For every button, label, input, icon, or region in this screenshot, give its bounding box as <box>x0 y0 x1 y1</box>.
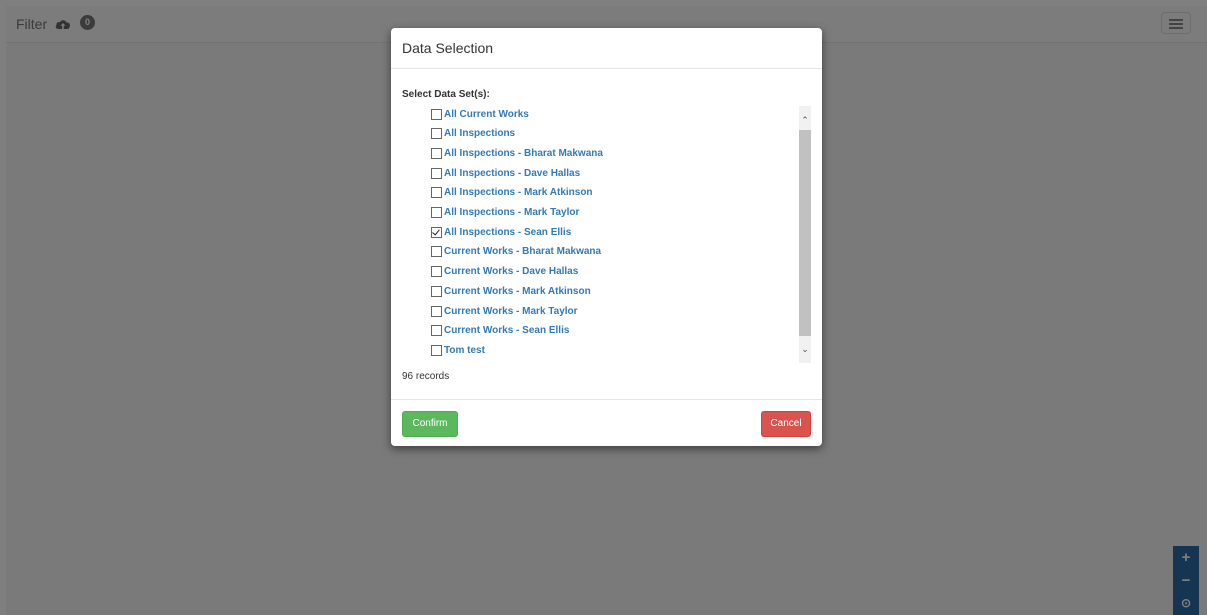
dataset-item-label[interactable]: All Inspections - Mark Taylor <box>444 207 579 218</box>
modal-footer: Confirm Cancel <box>391 399 822 446</box>
dataset-item-label[interactable]: All Inspections - Bharat Makwana <box>444 148 603 159</box>
dataset-item-label[interactable]: Current Works - Dave Hallas <box>444 266 578 277</box>
dataset-item[interactable]: All Inspections - Mark Atkinson <box>431 185 593 201</box>
dataset-item-label[interactable]: All Inspections - Mark Atkinson <box>444 187 593 198</box>
dataset-item-label[interactable]: Current Works - Mark Taylor <box>444 306 578 317</box>
dataset-checkbox[interactable] <box>431 128 442 140</box>
modal-header: Data Selection <box>391 28 822 69</box>
dataset-item[interactable]: Current Works - Dave Hallas <box>431 264 578 280</box>
dataset-item-label[interactable]: Current Works - Bharat Makwana <box>444 246 601 257</box>
dataset-item-label[interactable]: All Current Works <box>444 109 529 120</box>
dataset-item[interactable]: All Inspections - Mark Taylor <box>431 205 579 221</box>
modal-title: Data Selection <box>402 40 494 56</box>
dataset-checkbox[interactable] <box>431 167 442 179</box>
scroll-down-icon[interactable]: ⌄ <box>799 341 811 357</box>
dataset-item[interactable]: Current Works - Mark Taylor <box>431 303 578 319</box>
dataset-item[interactable]: Current Works - Bharat Makwana <box>431 244 601 260</box>
dataset-item-label[interactable]: Current Works - Sean Ellis <box>444 325 569 336</box>
list-scrollbar[interactable]: ⌃ ⌄ <box>799 106 811 363</box>
dataset-checkbox[interactable] <box>431 147 442 159</box>
dataset-checkbox[interactable] <box>431 187 442 199</box>
dataset-checkbox[interactable] <box>431 305 442 317</box>
dataset-checkbox[interactable] <box>431 325 442 337</box>
dataset-item[interactable]: All Inspections <box>431 126 515 142</box>
dataset-item[interactable]: All Inspections - Bharat Makwana <box>431 145 603 161</box>
dataset-checkbox[interactable] <box>431 285 442 297</box>
dataset-checkbox[interactable] <box>431 226 442 238</box>
dataset-item-label[interactable]: All Inspections - Sean Ellis <box>444 227 571 238</box>
dataset-item[interactable]: Current Works - Sean Ellis <box>431 323 569 339</box>
dataset-checkbox[interactable] <box>431 266 442 278</box>
dataset-item[interactable]: Current Works - Mark Atkinson <box>431 283 591 299</box>
data-selection-modal: Data Selection Select Data Set(s): All C… <box>391 28 822 446</box>
scroll-up-icon[interactable]: ⌃ <box>799 112 811 128</box>
dataset-item-label[interactable]: Current Works - Mark Atkinson <box>444 286 591 297</box>
dataset-checkbox[interactable] <box>431 344 442 356</box>
dataset-checkbox[interactable] <box>431 108 442 120</box>
dataset-item-label[interactable]: Tom test <box>444 345 485 356</box>
select-datasets-label: Select Data Set(s): <box>402 89 490 100</box>
scroll-thumb[interactable] <box>799 130 811 336</box>
dataset-item-label[interactable]: All Inspections <box>444 128 515 139</box>
dataset-item[interactable]: Tom test <box>431 342 485 358</box>
dataset-item[interactable]: All Inspections - Dave Hallas <box>431 165 580 181</box>
dataset-item[interactable]: All Current Works <box>431 106 529 122</box>
dataset-item-label[interactable]: All Inspections - Dave Hallas <box>444 168 580 179</box>
cancel-button[interactable]: Cancel <box>761 411 811 437</box>
dataset-checkbox[interactable] <box>431 246 442 258</box>
dataset-checkbox[interactable] <box>431 207 442 218</box>
dataset-item[interactable]: All Inspections - Sean Ellis <box>431 224 571 240</box>
records-count: 96 records <box>402 371 450 382</box>
confirm-button[interactable]: Confirm <box>402 411 458 437</box>
dataset-list-box: All Current Works All Inspections All Insp… <box>421 106 811 363</box>
